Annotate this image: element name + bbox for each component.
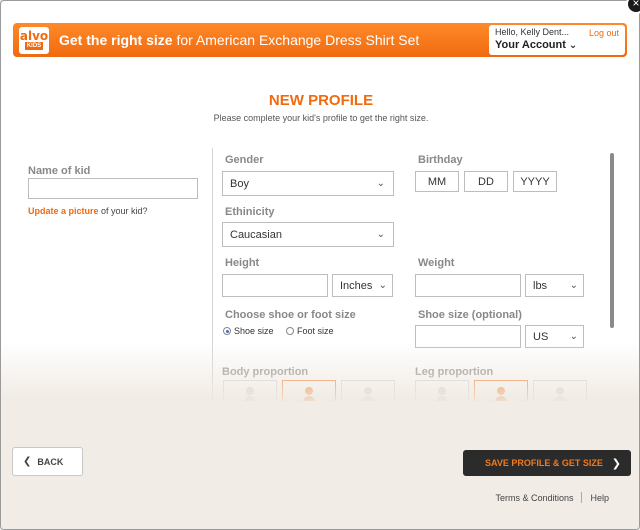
radio-shoe-size[interactable]: Shoe size bbox=[223, 326, 274, 336]
radio-unselected-icon bbox=[286, 327, 294, 335]
birthday-day-input[interactable]: DD bbox=[464, 171, 508, 192]
gender-label: Gender bbox=[225, 154, 264, 166]
footer-links: Terms & Conditions Help bbox=[495, 492, 609, 503]
chevron-down-icon: ⌄ bbox=[376, 178, 385, 189]
your-account-menu[interactable]: Your Account ⌄ bbox=[495, 39, 619, 51]
height-input[interactable] bbox=[222, 274, 328, 297]
page-subtitle: Please complete your kid's profile to ge… bbox=[213, 113, 429, 123]
scrollbar[interactable] bbox=[610, 153, 614, 328]
chevron-right-icon: ❯ bbox=[611, 457, 621, 470]
weight-label: Weight bbox=[418, 257, 455, 269]
header-title: Get the right size for American Exchange… bbox=[59, 32, 419, 48]
back-button[interactable]: ❮ BACK bbox=[12, 447, 83, 476]
person-icon bbox=[554, 387, 566, 402]
person-icon bbox=[495, 387, 507, 402]
birthday-year-input[interactable]: YYYY bbox=[513, 171, 557, 192]
header-title-bold: Get the right size bbox=[59, 32, 173, 48]
person-icon bbox=[362, 387, 374, 402]
radio-selected-icon bbox=[223, 327, 231, 335]
your-account-label: Your Account bbox=[495, 39, 566, 51]
header-title-rest: for American Exchange Dress Shirt Set bbox=[172, 32, 420, 48]
update-picture-link[interactable]: Update a picture bbox=[28, 206, 99, 216]
chevron-left-icon: ❮ bbox=[23, 456, 32, 467]
logo-subtext: KIDS bbox=[24, 42, 44, 50]
name-input[interactable] bbox=[28, 178, 198, 199]
chevron-down-icon: ⌄ bbox=[568, 40, 578, 51]
leg-proportion-regular[interactable] bbox=[474, 380, 528, 402]
column-divider bbox=[212, 148, 213, 401]
radio-foot-size[interactable]: Foot size bbox=[286, 326, 334, 336]
radio-shoe-label: Shoe size bbox=[234, 326, 274, 336]
chevron-down-icon: ⌄ bbox=[569, 280, 578, 291]
update-picture-text: Update a picture of your kid? bbox=[28, 206, 148, 216]
chevron-down-icon: ⌄ bbox=[378, 280, 387, 291]
body-proportion-regular[interactable] bbox=[282, 380, 336, 402]
ethnicity-select[interactable]: Caucasian ⌄ bbox=[222, 222, 394, 247]
leg-proportion-short[interactable] bbox=[415, 380, 469, 402]
radio-foot-label: Foot size bbox=[297, 326, 334, 336]
save-profile-button[interactable]: SAVE PROFILE & GET SIZE ❯ bbox=[463, 450, 631, 476]
save-label: SAVE PROFILE & GET SIZE bbox=[485, 458, 603, 468]
height-unit-value: Inches bbox=[340, 279, 373, 292]
gender-select[interactable]: Boy ⌄ bbox=[222, 171, 394, 196]
help-link[interactable]: Help bbox=[590, 493, 609, 503]
header-bar: alvo KIDS Get the right size for America… bbox=[13, 23, 627, 57]
alvo-kids-logo: alvo KIDS bbox=[19, 26, 49, 54]
shoe-choice-label: Choose shoe or foot size bbox=[225, 309, 356, 321]
body-proportion-label: Body proportion bbox=[222, 366, 309, 378]
height-label: Height bbox=[225, 257, 260, 269]
shoe-size-label: Shoe size (optional) bbox=[418, 309, 522, 321]
person-icon bbox=[303, 387, 315, 402]
birthday-label: Birthday bbox=[418, 154, 463, 166]
shoe-size-input[interactable] bbox=[415, 325, 521, 348]
shoe-unit-value: US bbox=[533, 330, 549, 343]
shoe-unit-select[interactable]: US ⌄ bbox=[525, 325, 584, 348]
name-label: Name of kid bbox=[28, 165, 91, 177]
ethnicity-value: Caucasian bbox=[230, 228, 282, 241]
back-label: BACK bbox=[37, 456, 64, 467]
footer-separator bbox=[581, 492, 583, 503]
logout-link[interactable]: Log out bbox=[589, 28, 619, 38]
ethnicity-label: Ethinicity bbox=[225, 206, 275, 218]
leg-proportion-label: Leg proportion bbox=[415, 366, 494, 378]
terms-link[interactable]: Terms & Conditions bbox=[495, 493, 573, 503]
chevron-down-icon: ⌄ bbox=[569, 331, 578, 342]
weight-input[interactable] bbox=[415, 274, 521, 297]
account-box: Hello, Kelly Dent... Log out Your Accoun… bbox=[489, 25, 625, 55]
body-proportion-slim[interactable] bbox=[223, 380, 277, 402]
update-picture-rest: of your kid? bbox=[98, 206, 148, 216]
weight-unit-select[interactable]: lbs ⌄ bbox=[525, 274, 584, 297]
leg-proportion-long[interactable] bbox=[533, 380, 587, 402]
weight-unit-value: lbs bbox=[533, 279, 548, 292]
chevron-down-icon: ⌄ bbox=[376, 229, 385, 240]
modal-window: alvo KIDS Get the right size for America… bbox=[0, 0, 640, 530]
person-icon bbox=[244, 387, 256, 402]
birthday-month-input[interactable]: MM bbox=[415, 171, 459, 192]
page-title: NEW PROFILE bbox=[268, 92, 374, 109]
body-proportion-broad[interactable] bbox=[341, 380, 395, 402]
logo-text: alvo bbox=[19, 29, 49, 43]
height-unit-select[interactable]: Inches ⌄ bbox=[332, 274, 393, 297]
person-icon bbox=[436, 387, 448, 402]
gender-value: Boy bbox=[230, 177, 249, 190]
